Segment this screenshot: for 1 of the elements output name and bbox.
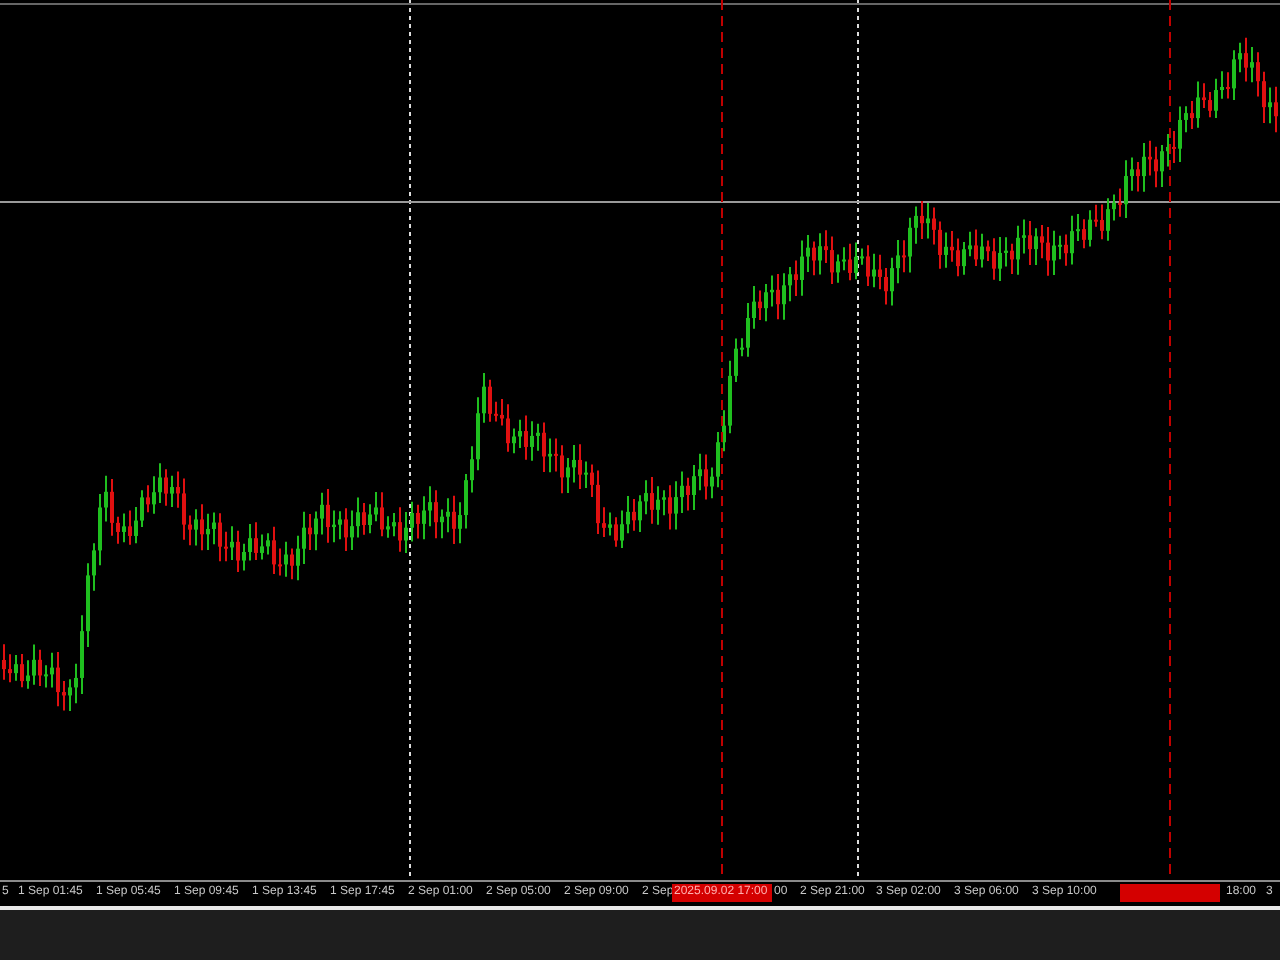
time-marker (1120, 884, 1220, 902)
